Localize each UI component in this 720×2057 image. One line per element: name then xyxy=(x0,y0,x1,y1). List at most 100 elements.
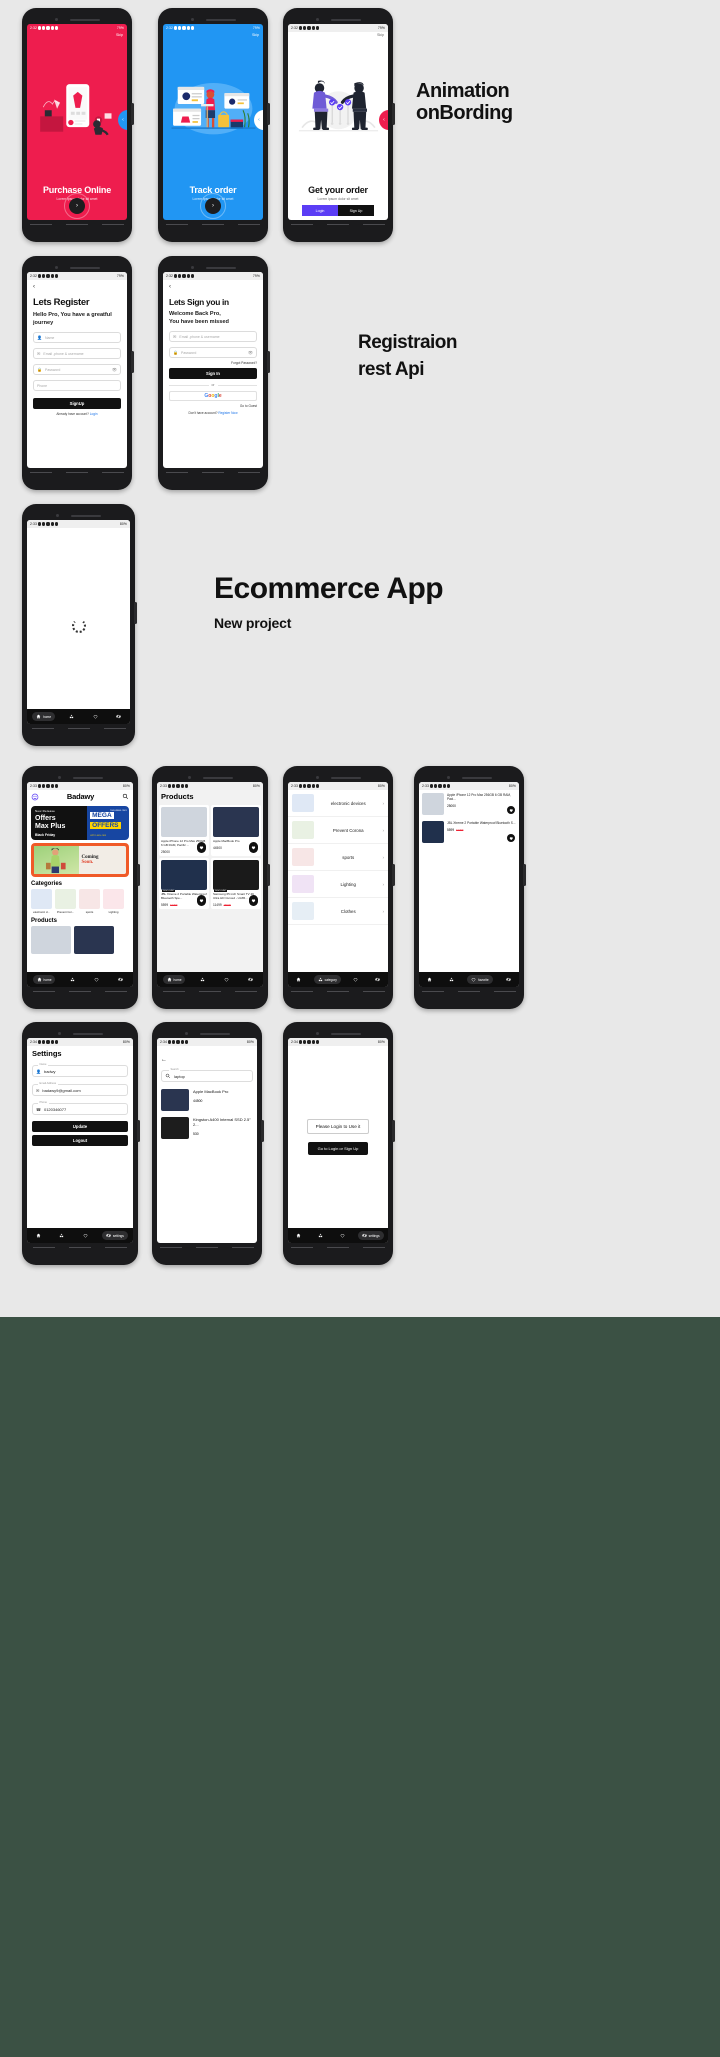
promo-banner-offers[interactable]: New Release Offers Max Plus Black Friday… xyxy=(31,806,129,840)
nav-category[interactable] xyxy=(55,1231,68,1240)
search-input[interactable]: Search laptop xyxy=(161,1068,253,1082)
login-prompt-body: Please Login to Use it Go to Login or Si… xyxy=(288,1046,388,1228)
update-button[interactable]: Update xyxy=(32,1121,128,1132)
google-signin-button[interactable]: Google xyxy=(169,391,257,402)
product-card[interactable]: DISCOUNT Samsung 65 inch Smart TV 4K Ult… xyxy=(211,857,261,909)
settings-name-field[interactable]: Name 👤 badwy xyxy=(32,1063,128,1077)
nav-category-label: category xyxy=(324,977,337,982)
cat-row-lighting[interactable]: Lighting › xyxy=(288,871,388,898)
nav-favorite[interactable] xyxy=(220,975,233,984)
nav-home[interactable]: home xyxy=(32,975,56,984)
nav-home[interactable] xyxy=(292,1231,305,1240)
cat-row-sports[interactable]: sports › xyxy=(288,844,388,871)
phone-field[interactable]: Phone xyxy=(33,380,121,392)
nav-settings[interactable]: settings xyxy=(357,1231,384,1240)
search-result-row[interactable]: Apple MacBook Pro 44500 xyxy=(157,1086,257,1114)
remove-favorite-button[interactable] xyxy=(507,834,515,842)
product-image xyxy=(213,807,259,837)
settings-email-field[interactable]: Email Address ✉ badawy9@gmail.com xyxy=(32,1082,128,1096)
nav-home[interactable]: home xyxy=(162,975,186,984)
register-link[interactable]: Register Now xyxy=(218,411,237,415)
password-field[interactable]: 🔒 Password 👁 xyxy=(33,364,121,376)
settings-phone-field[interactable]: Phone ☎ 0120346077 xyxy=(32,1101,128,1115)
product-thumb-iphone[interactable] xyxy=(31,926,71,954)
guest-link[interactable]: Go to Guest xyxy=(169,404,257,408)
eye-icon[interactable]: 👁 xyxy=(248,350,253,355)
cat-row-corona[interactable]: Prevent Corona › xyxy=(288,817,388,844)
back-button[interactable]: ‹ xyxy=(169,284,257,290)
power-button xyxy=(392,1120,395,1142)
nav-settings[interactable] xyxy=(371,975,384,984)
promo-new-release: New Release xyxy=(35,809,56,813)
cat-electronic[interactable]: electronic d... xyxy=(31,889,52,914)
favorite-button[interactable] xyxy=(197,841,206,853)
cat-prevent-corona[interactable]: Prevent Cor... xyxy=(55,889,76,914)
email-field[interactable]: ✉ Email ,phone & username xyxy=(169,331,257,343)
nav-favorite[interactable] xyxy=(336,1231,349,1240)
phone-bezel xyxy=(27,263,127,272)
nav-category[interactable] xyxy=(196,975,209,984)
login-link[interactable]: Login xyxy=(90,412,98,416)
go-to-login-button[interactable]: Go to Login or Sign Up xyxy=(307,1142,369,1155)
nav-category[interactable]: category xyxy=(313,975,341,984)
search-icon[interactable] xyxy=(122,793,129,800)
cat-sports[interactable]: sports xyxy=(79,889,100,914)
nav-settings[interactable] xyxy=(244,975,257,984)
chevron-right-icon: › xyxy=(382,881,385,887)
nav-category[interactable] xyxy=(445,975,458,984)
logout-button[interactable]: Logout xyxy=(32,1135,128,1146)
favorite-row[interactable]: JBL Xtreme 2 Portable Waterproof Bluetoo… xyxy=(419,818,519,846)
battery-label: 80% xyxy=(508,784,516,788)
product-card[interactable]: Apple MacBook Pro 44500 xyxy=(211,805,261,856)
nav-category[interactable] xyxy=(66,975,79,984)
cat-row-image xyxy=(292,902,314,920)
signin-button[interactable]: Sign In xyxy=(169,368,257,380)
eye-icon[interactable]: 👁 xyxy=(112,367,117,372)
nav-settings[interactable] xyxy=(502,975,515,984)
next-button[interactable]: › xyxy=(205,198,221,214)
nav-favorite[interactable] xyxy=(349,975,362,984)
favorite-row[interactable]: Apple iPhone 12 Pro Max 256GB 6 GB RAM, … xyxy=(419,790,519,818)
remove-favorite-button[interactable] xyxy=(507,806,515,814)
promo-mega-label: MEGA xyxy=(90,812,114,819)
product-card[interactable]: Apple iPhone 12 Pro Max 256GB 6 GB RAM, … xyxy=(159,805,209,856)
nav-favorite[interactable] xyxy=(89,712,102,721)
email-field[interactable]: ✉ Email ,phone & username xyxy=(33,348,121,360)
nav-settings[interactable]: settings xyxy=(101,1231,128,1240)
next-button[interactable]: › xyxy=(69,198,85,214)
name-field[interactable]: 👤 Name xyxy=(33,332,121,344)
favorite-button[interactable] xyxy=(249,894,258,906)
back-button[interactable]: ‹ xyxy=(33,284,121,290)
search-result-row[interactable]: Kingston A400 Internal SSD 2.5" 2... 530 xyxy=(157,1114,257,1142)
favorite-button[interactable] xyxy=(197,894,206,906)
password-field[interactable]: 🔒 Password 👁 xyxy=(169,347,257,359)
onboarding-page-3: Skip Get your order Lorem ipsum dolor si… xyxy=(288,32,388,220)
cat-lighting[interactable]: Lighting xyxy=(103,889,124,914)
nav-home[interactable] xyxy=(292,975,305,984)
nav-favorite[interactable]: favorite xyxy=(467,975,493,984)
cat-row-clothes[interactable]: Clothes › xyxy=(288,898,388,925)
product-card[interactable]: DISCOUNT JBL Xtreme 2 Portable Waterproo… xyxy=(159,857,209,909)
forgot-password-link[interactable]: Forgot Password? xyxy=(169,361,257,365)
favorite-meta: Apple iPhone 12 Pro Max 256GB 6 GB RAM, … xyxy=(447,793,516,815)
promo-banner-coming-soon[interactable]: Coming Soon. xyxy=(31,843,129,877)
nav-home[interactable] xyxy=(32,1231,45,1240)
favorite-button[interactable] xyxy=(249,841,258,853)
product-thumb-macbook[interactable] xyxy=(74,926,114,954)
nav-settings[interactable] xyxy=(114,975,127,984)
nav-favorite[interactable] xyxy=(90,975,103,984)
nav-category[interactable] xyxy=(65,712,78,721)
nav-category[interactable] xyxy=(314,1231,327,1240)
nav-favorite[interactable] xyxy=(79,1231,92,1240)
nav-settings[interactable] xyxy=(112,712,125,721)
back-button[interactable]: ← xyxy=(161,1057,167,1063)
signup-button[interactable]: SignUp xyxy=(33,398,121,410)
google-icon: Google xyxy=(204,393,222,400)
annotation-animation-line2: onBording xyxy=(416,102,513,125)
nav-home[interactable]: home xyxy=(32,712,56,721)
nav-home[interactable] xyxy=(423,975,436,984)
signup-button[interactable]: Sign Up xyxy=(338,205,374,216)
cat-row-electronic[interactable]: electronic devices › xyxy=(288,790,388,817)
login-button[interactable]: Login xyxy=(302,205,338,216)
search-result-image xyxy=(161,1089,189,1111)
